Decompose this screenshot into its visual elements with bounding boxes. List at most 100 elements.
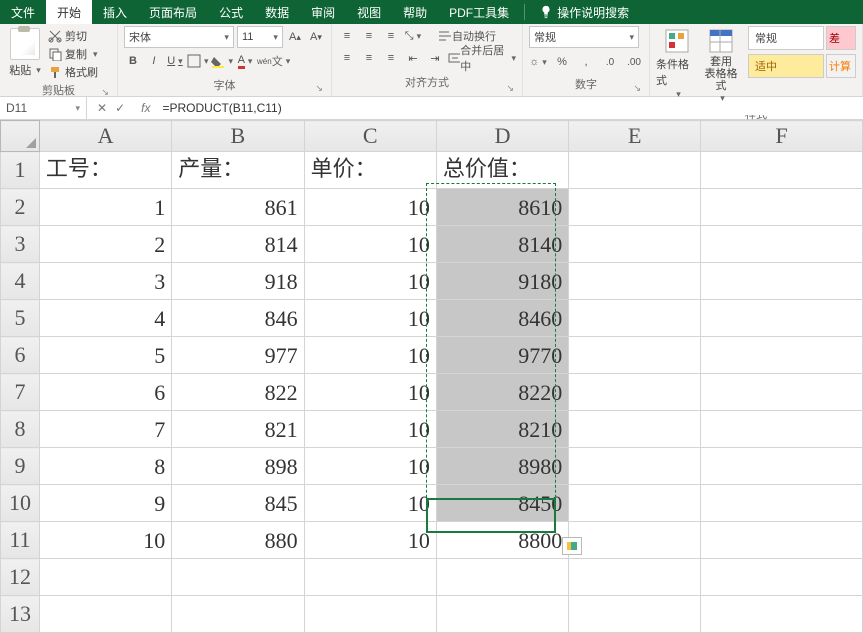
paste-options-smarttag[interactable]: [562, 537, 582, 555]
cell-F6[interactable]: [701, 337, 863, 374]
cell-C3[interactable]: 10: [304, 226, 436, 263]
cell-E8[interactable]: [569, 411, 701, 448]
align-right-button[interactable]: ≡: [382, 48, 400, 68]
tab-data[interactable]: 数据: [254, 0, 300, 24]
cell-A11[interactable]: 10: [39, 522, 171, 559]
number-launcher[interactable]: ↘: [633, 83, 641, 94]
style-calc[interactable]: 计算: [826, 54, 856, 78]
tab-formulas[interactable]: 公式: [208, 0, 254, 24]
cell-B5[interactable]: 846: [172, 300, 304, 337]
cell-A2[interactable]: 1: [39, 189, 171, 226]
cell-C7[interactable]: 10: [304, 374, 436, 411]
cell-B2[interactable]: 861: [172, 189, 304, 226]
copy-button[interactable]: 复制: [48, 46, 98, 62]
spreadsheet-grid[interactable]: ABCDEF1工号：产量：单价：总价值：21861108610328141081…: [0, 120, 863, 633]
alignment-launcher[interactable]: ↘: [506, 83, 514, 94]
paste-button[interactable]: 粘贴: [6, 26, 44, 80]
row-header[interactable]: 4: [1, 263, 40, 300]
cell-E6[interactable]: [569, 337, 701, 374]
increase-font-button[interactable]: A▴: [286, 27, 304, 47]
tab-help[interactable]: 帮助: [392, 0, 438, 24]
column-header-C[interactable]: C: [304, 121, 436, 152]
cell-B7[interactable]: 822: [172, 374, 304, 411]
cell-A4[interactable]: 3: [39, 263, 171, 300]
cell-C1[interactable]: 单价：: [304, 152, 436, 189]
cell-A12[interactable]: [39, 559, 171, 596]
italic-button[interactable]: I: [145, 51, 163, 71]
percent-format-button[interactable]: %: [553, 52, 571, 72]
cell-A3[interactable]: 2: [39, 226, 171, 263]
cell-E3[interactable]: [569, 226, 701, 263]
number-format-combo[interactable]: 常规: [529, 26, 639, 48]
cell-D9[interactable]: 8980: [436, 448, 568, 485]
cell-D7[interactable]: 8220: [436, 374, 568, 411]
cell-E9[interactable]: [569, 448, 701, 485]
font-size-combo[interactable]: 11: [237, 26, 283, 48]
bold-button[interactable]: B: [124, 51, 142, 71]
row-header[interactable]: 1: [1, 152, 40, 189]
increase-indent-button[interactable]: ⇥: [426, 48, 444, 68]
column-header-B[interactable]: B: [172, 121, 304, 152]
cell-A9[interactable]: 8: [39, 448, 171, 485]
cell-E1[interactable]: [569, 152, 701, 189]
select-all-corner[interactable]: [1, 121, 40, 152]
decrease-font-button[interactable]: A▾: [307, 27, 325, 47]
cell-C13[interactable]: [304, 596, 436, 633]
font-name-combo[interactable]: 宋体: [124, 26, 234, 48]
style-bad[interactable]: 差: [826, 26, 856, 50]
underline-button[interactable]: U: [166, 51, 184, 71]
cell-E7[interactable]: [569, 374, 701, 411]
cancel-formula-button[interactable]: ✕: [97, 101, 107, 115]
style-normal[interactable]: 常规: [748, 26, 824, 50]
cell-E12[interactable]: [569, 559, 701, 596]
cell-F13[interactable]: [701, 596, 863, 633]
column-header-A[interactable]: A: [39, 121, 171, 152]
cell-A6[interactable]: 5: [39, 337, 171, 374]
row-header[interactable]: 3: [1, 226, 40, 263]
cell-B8[interactable]: 821: [172, 411, 304, 448]
cell-D13[interactable]: [436, 596, 568, 633]
cell-C6[interactable]: 10: [304, 337, 436, 374]
cell-A10[interactable]: 9: [39, 485, 171, 522]
cell-C11[interactable]: 10: [304, 522, 436, 559]
cell-E4[interactable]: [569, 263, 701, 300]
cell-F12[interactable]: [701, 559, 863, 596]
row-header[interactable]: 8: [1, 411, 40, 448]
format-as-table-button[interactable]: 套用 表格格式: [700, 26, 742, 104]
row-header[interactable]: 7: [1, 374, 40, 411]
cell-B3[interactable]: 814: [172, 226, 304, 263]
row-header[interactable]: 6: [1, 337, 40, 374]
cell-F9[interactable]: [701, 448, 863, 485]
cell-B12[interactable]: [172, 559, 304, 596]
cell-D2[interactable]: 8610: [436, 189, 568, 226]
align-bottom-button[interactable]: ≡: [382, 26, 400, 46]
row-header[interactable]: 9: [1, 448, 40, 485]
tell-me-search[interactable]: 操作说明搜索: [529, 4, 639, 21]
phonetic-button[interactable]: wén文: [257, 51, 290, 71]
cell-F7[interactable]: [701, 374, 863, 411]
cell-F10[interactable]: [701, 485, 863, 522]
cell-B6[interactable]: 977: [172, 337, 304, 374]
cell-B9[interactable]: 898: [172, 448, 304, 485]
row-header[interactable]: 10: [1, 485, 40, 522]
cell-C2[interactable]: 10: [304, 189, 436, 226]
font-launcher[interactable]: ↘: [315, 83, 323, 94]
cell-B11[interactable]: 880: [172, 522, 304, 559]
cell-D3[interactable]: 8140: [436, 226, 568, 263]
tab-pdf[interactable]: PDF工具集: [438, 0, 520, 24]
cell-E10[interactable]: [569, 485, 701, 522]
font-color-button[interactable]: A: [236, 51, 254, 71]
cell-B13[interactable]: [172, 596, 304, 633]
row-header[interactable]: 5: [1, 300, 40, 337]
row-header[interactable]: 2: [1, 189, 40, 226]
cell-A1[interactable]: 工号：: [39, 152, 171, 189]
accounting-format-button[interactable]: ☼: [529, 52, 547, 72]
increase-decimal-button[interactable]: .0: [601, 52, 619, 72]
cell-F8[interactable]: [701, 411, 863, 448]
formula-input[interactable]: [156, 101, 863, 115]
cell-A13[interactable]: [39, 596, 171, 633]
cell-D6[interactable]: 9770: [436, 337, 568, 374]
tab-layout[interactable]: 页面布局: [138, 0, 208, 24]
cell-E5[interactable]: [569, 300, 701, 337]
cell-E13[interactable]: [569, 596, 701, 633]
